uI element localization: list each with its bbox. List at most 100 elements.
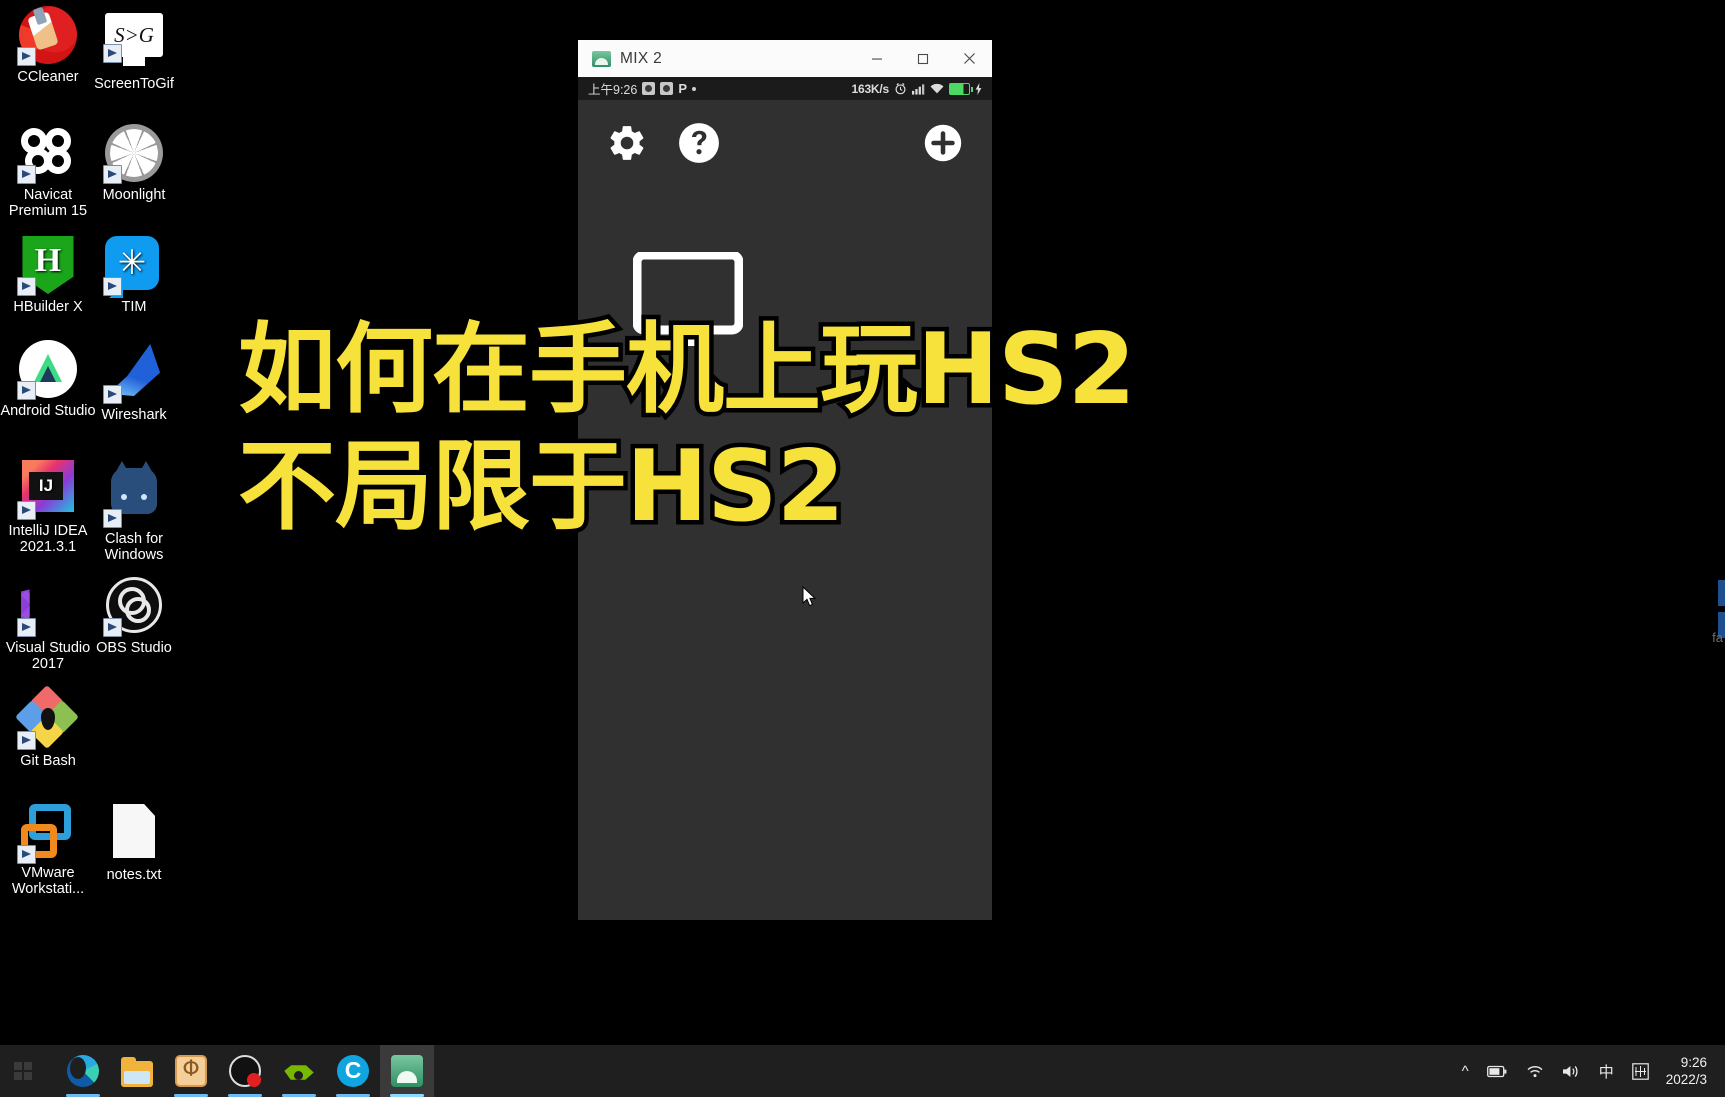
maximize-button[interactable] <box>900 40 946 77</box>
tray-volume-icon[interactable] <box>1553 1045 1590 1097</box>
help-button[interactable] <box>676 120 722 166</box>
nvidia-icon <box>284 1065 314 1080</box>
gear-icon <box>610 126 644 160</box>
tray-wifi-icon[interactable] <box>1517 1045 1553 1097</box>
desktop-icon-visual-studio-2017[interactable]: Visual Studio 2017 <box>0 577 96 672</box>
help-circle-icon <box>679 123 719 163</box>
taskbar-item-file-explorer[interactable] <box>110 1045 164 1097</box>
desktop-icon-moonlight[interactable]: Moonlight <box>86 124 182 203</box>
p-icon: P <box>678 81 688 96</box>
desktop-icon-screentogif[interactable]: S>G ScreenToGif <box>86 6 182 92</box>
tray-battery-icon[interactable] <box>1478 1045 1517 1097</box>
alarm-icon <box>895 82 906 95</box>
desktop-icon-git-bash[interactable]: Git Bash <box>0 685 96 769</box>
taskbar-item-nvidia[interactable] <box>272 1045 326 1097</box>
close-button[interactable] <box>946 40 992 77</box>
windows-taskbar: Φ C ^ 中 9:26 2022/3 <box>0 1045 1725 1097</box>
status-time: 上午9:26 <box>588 83 638 97</box>
git-bash-icon <box>15 685 79 750</box>
dot-icon <box>692 86 697 91</box>
taskbar-item-obs[interactable] <box>218 1045 272 1097</box>
tim-icon: ✳ <box>103 236 163 296</box>
text-file-icon <box>105 804 163 862</box>
desktop-icon-label: Navicat Premium 15 <box>8 187 88 219</box>
desktop-icon-ccleaner[interactable]: CCleaner <box>0 6 96 85</box>
android-studio-icon <box>17 340 77 400</box>
app-toolbar <box>578 100 992 186</box>
window-app-icon <box>592 50 611 67</box>
plus-circle-icon <box>924 124 962 162</box>
desktop-icon-grid: CCleaner S>G ScreenToGif Navicat Premium… <box>0 0 200 950</box>
mouse-cursor <box>802 585 817 608</box>
desktop-icon-clash-for-windows[interactable]: Clash for Windows <box>86 460 182 563</box>
navicat-icon <box>15 122 77 184</box>
desktop-icon-label: Visual Studio 2017 <box>5 640 91 672</box>
subtitle-line-1: 如何在手机上玩HS2 <box>234 309 1141 432</box>
subtitle-overlay: 如何在手机上玩HS2 不局限于HS2 <box>234 309 1298 549</box>
clash-cat-icon <box>103 461 163 528</box>
screentogif-icon: S>G <box>103 13 163 71</box>
minimize-button[interactable] <box>854 40 900 77</box>
device-list-area <box>578 186 992 920</box>
taskbar-item-edge[interactable] <box>56 1045 110 1097</box>
desktop-icon-tim[interactable]: ✳ TIM <box>86 236 182 315</box>
desktop-icon-intellij-idea[interactable]: IntelliJ IDEA 2021.3.1 <box>0 460 96 555</box>
desktop-icon-label: Clash for Windows <box>104 531 164 563</box>
sim-card-icon-2 <box>660 82 674 95</box>
tray-chevron-up-icon[interactable]: ^ <box>1453 1045 1478 1097</box>
desktop-icon-label: CCleaner <box>17 69 79 85</box>
visual-studio-icon <box>17 577 77 637</box>
windows-logo-icon <box>14 1062 32 1080</box>
taskbar-item-ccleaner[interactable]: C <box>326 1045 380 1097</box>
vmware-icon <box>17 802 77 864</box>
taskbar-clock[interactable]: 9:26 2022/3 <box>1658 1054 1719 1088</box>
moonlight-icon <box>103 124 163 184</box>
taskbar-item-mix2[interactable] <box>380 1045 434 1097</box>
desktop-icon-label: OBS Studio <box>96 640 172 656</box>
desktop-icon-vmware-workstation[interactable]: VMware Workstati... <box>0 802 96 897</box>
sim-card-icon <box>642 82 656 95</box>
charging-icon <box>975 82 982 95</box>
window-controls <box>854 40 992 77</box>
tray-ime-panel-icon[interactable] <box>1623 1045 1658 1097</box>
android-status-bar: 上午9:26 P 163K/s <box>578 77 992 100</box>
phi-icon: Φ <box>175 1055 207 1087</box>
edge-text: fa <box>1712 630 1723 645</box>
clock-time: 9:26 <box>1680 1055 1707 1070</box>
desktop-icon-label: HBuilder X <box>13 299 83 315</box>
ccleaner-icon: C <box>337 1055 369 1087</box>
desktop-icon-wireshark[interactable]: Wireshark <box>86 340 182 423</box>
hbuilder-icon: H <box>17 236 77 296</box>
obs-recording-icon <box>229 1055 261 1087</box>
scrcpy-icon <box>391 1055 423 1087</box>
desktop-icon-hbuilder-x[interactable]: H HBuilder X <box>0 236 96 315</box>
desktop-icon-label: notes.txt <box>106 867 162 883</box>
desktop-icon-obs-studio[interactable]: OBS Studio <box>86 577 182 656</box>
desktop-icon-label: ScreenToGif <box>94 76 174 92</box>
tray-ime-indicator[interactable]: 中 <box>1590 1045 1623 1097</box>
desktop-icon-navicat[interactable]: Navicat Premium 15 <box>0 122 96 219</box>
desktop-icon-label: TIM <box>121 299 147 315</box>
start-button[interactable] <box>0 1045 46 1097</box>
folder-icon <box>121 1056 153 1087</box>
window-titlebar[interactable]: MIX 2 <box>578 40 992 77</box>
desktop-icon-label: Android Studio <box>0 403 96 419</box>
desktop-icon-label: IntelliJ IDEA 2021.3.1 <box>8 523 88 555</box>
wifi-icon <box>930 83 944 93</box>
battery-icon <box>949 82 974 95</box>
desktop-icon-label: VMware Workstati... <box>11 865 85 897</box>
desktop-icon-notes-txt[interactable]: notes.txt <box>86 802 182 883</box>
intellij-idea-icon <box>17 460 77 520</box>
desktop-icon-label: Wireshark <box>101 407 167 423</box>
settings-button[interactable] <box>604 120 650 166</box>
network-speed: 163K/s <box>851 81 890 96</box>
wireshark-icon <box>103 344 163 404</box>
edge-icon <box>67 1055 99 1087</box>
subtitle-line-2: 不局限于HS2 <box>234 426 850 549</box>
system-tray: ^ 中 9:26 2022/3 <box>1453 1045 1725 1097</box>
taskbar-item-potplayer[interactable]: Φ <box>164 1045 218 1097</box>
obs-studio-icon <box>103 577 163 637</box>
desktop-icon-label: Git Bash <box>20 753 76 769</box>
add-device-button[interactable] <box>920 120 966 166</box>
desktop-icon-android-studio[interactable]: Android Studio <box>0 340 96 419</box>
